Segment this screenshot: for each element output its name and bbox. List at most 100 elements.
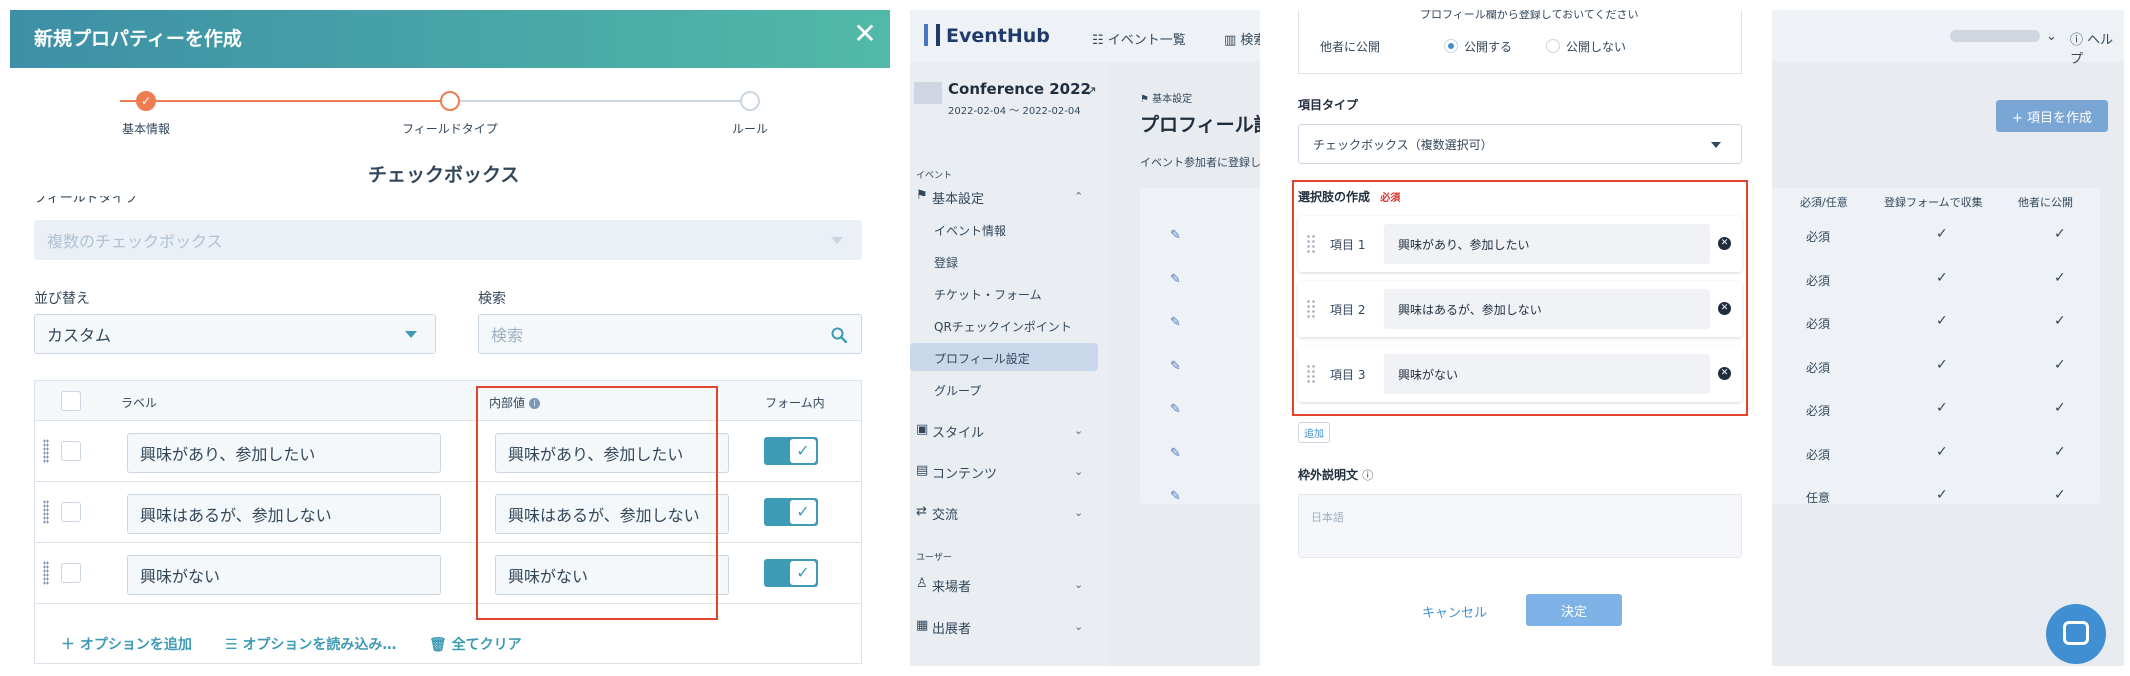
chevron-down-icon[interactable]: ⌄ [1074, 620, 1083, 633]
clear-all-button[interactable]: 🗑 全てクリア [429, 634, 522, 654]
check-icon: ✓ [2054, 400, 2066, 416]
chat-button[interactable] [2046, 604, 2106, 664]
col-required: 必須/任意 [1800, 196, 1848, 209]
cancel-button[interactable]: キャンセル [1422, 602, 1487, 621]
search-label: 検索 [478, 291, 506, 307]
sidebar-item-style[interactable]: スタイル [932, 422, 984, 441]
confirm-button[interactable]: 決定 [1526, 594, 1622, 626]
event-date: 2022-02-04 ～ 2022-02-04 [948, 106, 1081, 117]
col-collect: 登録フォームで収集 [1884, 196, 1983, 209]
check-icon: ✓ [2054, 357, 2066, 373]
help-link[interactable]: ⓘ ヘルプ [2070, 29, 2124, 67]
section-title: チェックボックス [368, 164, 520, 186]
sidebar-item-basic-settings[interactable]: 基本設定 [932, 188, 984, 207]
sidebar-sub-event-info[interactable]: イベント情報 [934, 222, 1006, 239]
edit-icon[interactable]: ✎ [1170, 359, 1181, 374]
eventhub-logo-icon [924, 24, 940, 46]
add-item-button[interactable]: + 項目を作成 [1996, 100, 2108, 132]
panel-title: 新規プロパティーを作成 [34, 28, 242, 50]
image-icon: ▣ [916, 422, 929, 437]
close-icon[interactable]: ✕ [850, 20, 880, 50]
outside-desc-textarea[interactable]: 日本語 [1298, 494, 1742, 558]
add-option-button[interactable]: ＋ オプションを追加 [61, 634, 192, 654]
public-yes-label[interactable]: 公開する [1464, 38, 1512, 55]
flag-icon: ⚑ [916, 188, 928, 203]
caret-down-icon [1711, 142, 1721, 148]
field-type-value: 複数のチェックボックス [47, 232, 223, 251]
chevron-down-icon[interactable]: ⌄ [1074, 578, 1083, 591]
search-input[interactable]: 検索 [478, 314, 862, 354]
drag-handle-icon[interactable] [43, 500, 49, 524]
row-checkbox[interactable] [61, 563, 81, 583]
edit-icon[interactable]: ✎ [1170, 402, 1181, 417]
external-link-icon[interactable]: ↗ [1086, 84, 1097, 99]
edit-icon[interactable]: ✎ [1170, 489, 1181, 504]
check-icon: ✓ [2054, 487, 2066, 503]
table-row: 興味がない 興味がない ✓ [35, 543, 861, 604]
edit-icon[interactable]: ✎ [1170, 228, 1181, 243]
chevron-down-icon[interactable]: ⌄ [1074, 424, 1083, 437]
check-icon: ✓ [790, 500, 816, 524]
public-no-radio[interactable] [1546, 39, 1560, 53]
sidebar-sub-profile-settings[interactable]: プロフィール設定 [934, 350, 1030, 367]
public-yes-radio[interactable] [1444, 39, 1458, 53]
edit-icon[interactable]: ✎ [1170, 446, 1181, 461]
row-checkbox[interactable] [61, 502, 81, 522]
chevron-down-icon[interactable]: ⌄ [1074, 506, 1083, 519]
col-public: 他者に公開 [2018, 196, 2073, 209]
load-options-button[interactable]: ☰ オプションを読み込み… [225, 634, 396, 654]
add-choice-button[interactable]: 追加 [1298, 422, 1330, 443]
col-label: ラベル [121, 396, 158, 410]
check-icon: ✓ [2054, 270, 2066, 286]
required-cell: 必須 [1806, 317, 1831, 331]
label-input[interactable]: 興味はあるが、参加しない [127, 494, 441, 534]
outside-desc-label: 枠外説明文 ⓘ [1298, 466, 1373, 483]
help-circle-icon[interactable]: ⓘ [1362, 469, 1373, 482]
sidebar-item-visitors[interactable]: 来場者 [932, 576, 971, 595]
check-icon: ✓ [2054, 313, 2066, 329]
sidebar-item-exchange[interactable]: 交流 [932, 504, 958, 523]
item-type-select[interactable]: チェックボックス（複数選択可） [1298, 124, 1742, 164]
in-form-toggle[interactable]: ✓ [764, 437, 818, 465]
nav-event-list-label: イベント一覧 [1107, 33, 1186, 48]
edit-icon[interactable]: ✎ [1170, 272, 1181, 287]
item-edit-modal: プロフィール欄から登録しておいてください 他者に公開 公開する 公開しない 項目… [1260, 10, 1772, 666]
sidebar-sub-ticket-form[interactable]: チケット・フォーム [934, 286, 1042, 303]
chevron-up-icon[interactable]: ⌃ [1074, 190, 1083, 203]
internal-value-highlight [476, 386, 718, 620]
in-form-toggle[interactable]: ✓ [764, 559, 818, 587]
step-current-dot [440, 91, 460, 111]
drag-handle-icon[interactable] [43, 439, 49, 463]
sidebar-item-exhibitors[interactable]: 出展者 [932, 618, 971, 637]
search-icon[interactable] [831, 327, 847, 343]
step-line-done [120, 100, 450, 102]
in-form-toggle[interactable]: ✓ [764, 498, 818, 526]
help-label: ヘルプ [2070, 33, 2114, 67]
chevron-down-icon[interactable]: ⌄ [2046, 29, 2057, 44]
event-thumbnail [914, 82, 942, 104]
label-input[interactable]: 興味があり、参加したい [127, 433, 441, 473]
nav-event-list[interactable]: ☷ イベント一覧 [1092, 29, 1186, 48]
sidebar-item-contents[interactable]: コンテンツ [932, 463, 997, 482]
sidebar-sub-registration[interactable]: 登録 [934, 254, 958, 271]
row-checkbox[interactable] [61, 441, 81, 461]
check-icon: ✓ [1936, 487, 1948, 503]
step-label-basic: 基本情報 [122, 122, 171, 136]
public-no-label[interactable]: 公開しない [1566, 38, 1626, 55]
sidebar-sub-qr-checkin[interactable]: QRチェックインポイント [934, 318, 1072, 335]
edit-icon[interactable]: ✎ [1170, 315, 1181, 330]
user-account-blurred[interactable] [1950, 30, 2040, 42]
chevron-down-icon[interactable]: ⌄ [1074, 465, 1083, 478]
select-all-checkbox[interactable] [61, 391, 81, 411]
page-description: イベント参加者に登録し [1140, 156, 1261, 169]
sidebar-sub-group[interactable]: グループ [934, 382, 981, 399]
eventhub-window: EventHub ☷ イベント一覧 ▥ 検索 ⌄ ⓘ ヘルプ Conferenc… [910, 10, 2124, 666]
check-icon: ✓ [1936, 270, 1948, 286]
label-input[interactable]: 興味がない [127, 555, 441, 595]
sort-select[interactable]: カスタム [34, 314, 436, 354]
outside-desc-text: 枠外説明文 [1298, 468, 1359, 482]
brand-logo[interactable]: EventHub [924, 24, 1050, 47]
drag-handle-icon[interactable] [43, 561, 49, 585]
check-icon: ✓ [2054, 444, 2066, 460]
check-icon: ✓ [1936, 313, 1948, 329]
